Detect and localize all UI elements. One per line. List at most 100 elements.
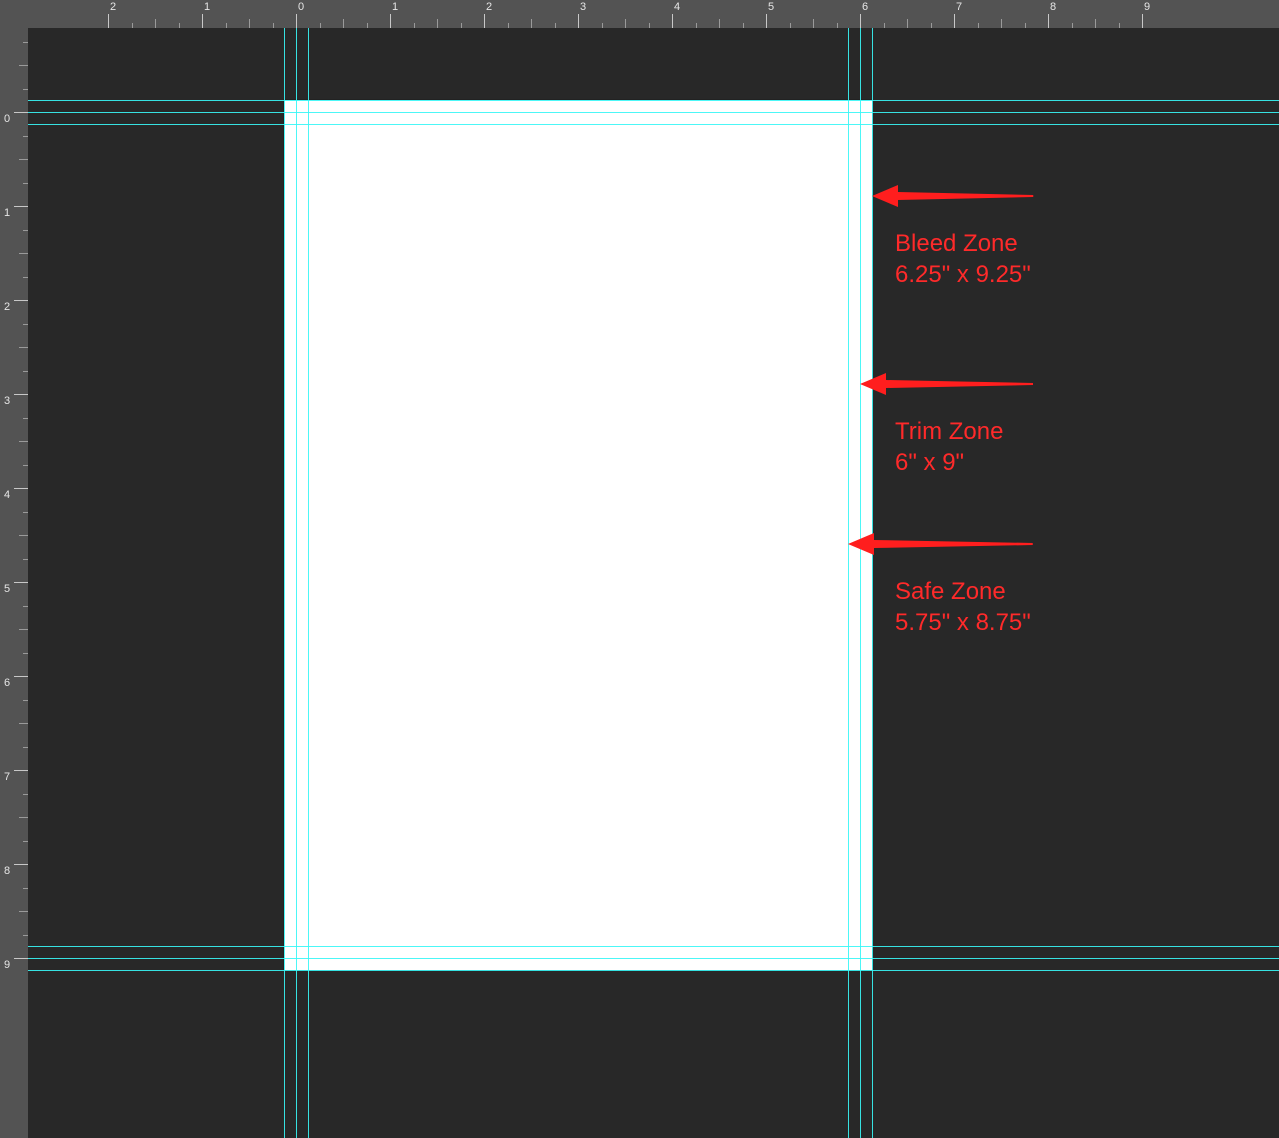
annotation-bleed-size: 6.25" x 9.25" bbox=[895, 259, 1031, 290]
ruler-horizontal[interactable]: 210123456789 bbox=[28, 0, 1279, 28]
ruler-h-tick-minor bbox=[179, 23, 180, 28]
ruler-h-tick-minor bbox=[1025, 23, 1026, 28]
guide-safe-bottom[interactable] bbox=[28, 946, 1279, 947]
ruler-v-label: 9 bbox=[2, 959, 30, 971]
ruler-v-tick-minor bbox=[23, 512, 28, 513]
ruler-h-tick-major bbox=[1048, 14, 1049, 28]
annotation-safe-title: Safe Zone bbox=[895, 576, 1031, 607]
arrow-icon bbox=[872, 185, 1033, 207]
ruler-v-tick-minor bbox=[23, 42, 28, 43]
ruler-h-tick-minor bbox=[931, 23, 932, 28]
guide-trim-bottom[interactable] bbox=[28, 958, 1279, 959]
ruler-v-tick-minor bbox=[19, 65, 28, 66]
ruler-h-tick-minor bbox=[508, 23, 509, 28]
ruler-h-tick-major bbox=[390, 14, 391, 28]
ruler-v-label: 2 bbox=[2, 301, 30, 313]
ruler-h-tick-minor bbox=[884, 23, 885, 28]
ruler-v-tick-minor bbox=[19, 253, 28, 254]
guide-safe-top[interactable] bbox=[28, 124, 1279, 125]
ruler-h-tick-minor bbox=[837, 23, 838, 28]
ruler-h-label: 5 bbox=[768, 1, 774, 13]
ruler-v-tick-minor bbox=[23, 418, 28, 419]
annotation-arrow-bleed bbox=[867, 176, 1068, 216]
ruler-h-tick-minor bbox=[249, 19, 250, 28]
ruler-h-tick-minor bbox=[602, 23, 603, 28]
ruler-v-label: 3 bbox=[2, 395, 30, 407]
page-bleed[interactable] bbox=[284, 100, 872, 970]
ruler-h-tick-major bbox=[954, 14, 955, 28]
ruler-v-tick-minor bbox=[23, 371, 28, 372]
ruler-h-tick-minor bbox=[320, 23, 321, 28]
ruler-v-tick-minor bbox=[23, 794, 28, 795]
ruler-h-tick-minor bbox=[1001, 19, 1002, 28]
ruler-v-tick-minor bbox=[19, 159, 28, 160]
guide-safe-right[interactable] bbox=[848, 28, 849, 1138]
guide-bleed-top[interactable] bbox=[28, 100, 1279, 101]
ruler-h-label: 6 bbox=[862, 1, 868, 13]
guide-trim-right[interactable] bbox=[860, 28, 861, 1138]
ruler-h-tick-minor bbox=[273, 23, 274, 28]
guide-trim-top[interactable] bbox=[28, 112, 1279, 113]
guide-bleed-bottom[interactable] bbox=[28, 970, 1279, 971]
ruler-h-tick-minor bbox=[649, 23, 650, 28]
ruler-h-tick-minor bbox=[813, 19, 814, 28]
ruler-v-tick-minor bbox=[19, 535, 28, 536]
ruler-h-tick-minor bbox=[1119, 23, 1120, 28]
annotation-safe-size: 5.75" x 8.75" bbox=[895, 607, 1031, 638]
ruler-v-label: 0 bbox=[2, 113, 30, 125]
annotation-trim: Trim Zone 6" x 9" bbox=[895, 416, 1003, 478]
ruler-corner bbox=[0, 0, 28, 28]
ruler-h-label: 3 bbox=[580, 1, 586, 13]
ruler-h-tick-major bbox=[1142, 14, 1143, 28]
ruler-h-tick-minor bbox=[790, 23, 791, 28]
ruler-v-tick-minor bbox=[19, 723, 28, 724]
guide-bleed-left[interactable] bbox=[284, 28, 285, 1138]
ruler-h-tick-minor bbox=[625, 19, 626, 28]
ruler-h-tick-major bbox=[860, 14, 861, 28]
ruler-v-label: 4 bbox=[2, 489, 30, 501]
ruler-h-tick-major bbox=[672, 14, 673, 28]
ruler-h-label: 9 bbox=[1144, 1, 1150, 13]
canvas-area[interactable]: Bleed Zone 6.25" x 9.25" Trim Zone 6" x … bbox=[28, 28, 1279, 1138]
guide-safe-left[interactable] bbox=[308, 28, 309, 1138]
ruler-v-label: 8 bbox=[2, 865, 30, 877]
ruler-v-label: 1 bbox=[2, 207, 30, 219]
annotation-arrow-safe bbox=[843, 524, 1068, 564]
ruler-v-tick-minor bbox=[19, 441, 28, 442]
ruler-h-tick-major bbox=[202, 14, 203, 28]
ruler-h-tick-minor bbox=[719, 19, 720, 28]
ruler-h-tick-minor bbox=[343, 19, 344, 28]
ruler-v-tick-minor bbox=[19, 817, 28, 818]
annotation-arrow-trim bbox=[855, 364, 1068, 404]
ruler-v-tick-minor bbox=[23, 183, 28, 184]
ruler-h-label: 2 bbox=[486, 1, 492, 13]
ruler-v-label: 7 bbox=[2, 771, 30, 783]
ruler-h-tick-major bbox=[484, 14, 485, 28]
ruler-h-tick-major bbox=[766, 14, 767, 28]
ruler-v-tick-minor bbox=[19, 347, 28, 348]
ruler-v-tick-minor bbox=[23, 89, 28, 90]
ruler-vertical[interactable]: 10123456789 bbox=[0, 28, 28, 1138]
ruler-v-tick-minor bbox=[19, 911, 28, 912]
ruler-h-tick-minor bbox=[1095, 19, 1096, 28]
ruler-h-tick-minor bbox=[743, 23, 744, 28]
ruler-h-tick-minor bbox=[1072, 23, 1073, 28]
annotation-trim-size: 6" x 9" bbox=[895, 447, 1003, 478]
ruler-h-tick-minor bbox=[555, 23, 556, 28]
ruler-v-tick-minor bbox=[23, 841, 28, 842]
annotation-bleed: Bleed Zone 6.25" x 9.25" bbox=[895, 228, 1031, 290]
ruler-v-tick-minor bbox=[19, 629, 28, 630]
annotation-trim-title: Trim Zone bbox=[895, 416, 1003, 447]
ruler-v-tick-minor bbox=[23, 653, 28, 654]
ruler-h-label: 1 bbox=[204, 1, 210, 13]
ruler-v-tick-minor bbox=[23, 277, 28, 278]
ruler-h-tick-minor bbox=[907, 19, 908, 28]
ruler-h-tick-minor bbox=[437, 19, 438, 28]
guide-trim-left[interactable] bbox=[296, 28, 297, 1138]
ruler-v-tick-minor bbox=[23, 559, 28, 560]
ruler-h-label: 4 bbox=[674, 1, 680, 13]
ruler-v-tick-minor bbox=[23, 230, 28, 231]
annotation-safe: Safe Zone 5.75" x 8.75" bbox=[895, 576, 1031, 638]
ruler-v-tick-minor bbox=[23, 935, 28, 936]
ruler-h-label: 2 bbox=[110, 1, 116, 13]
